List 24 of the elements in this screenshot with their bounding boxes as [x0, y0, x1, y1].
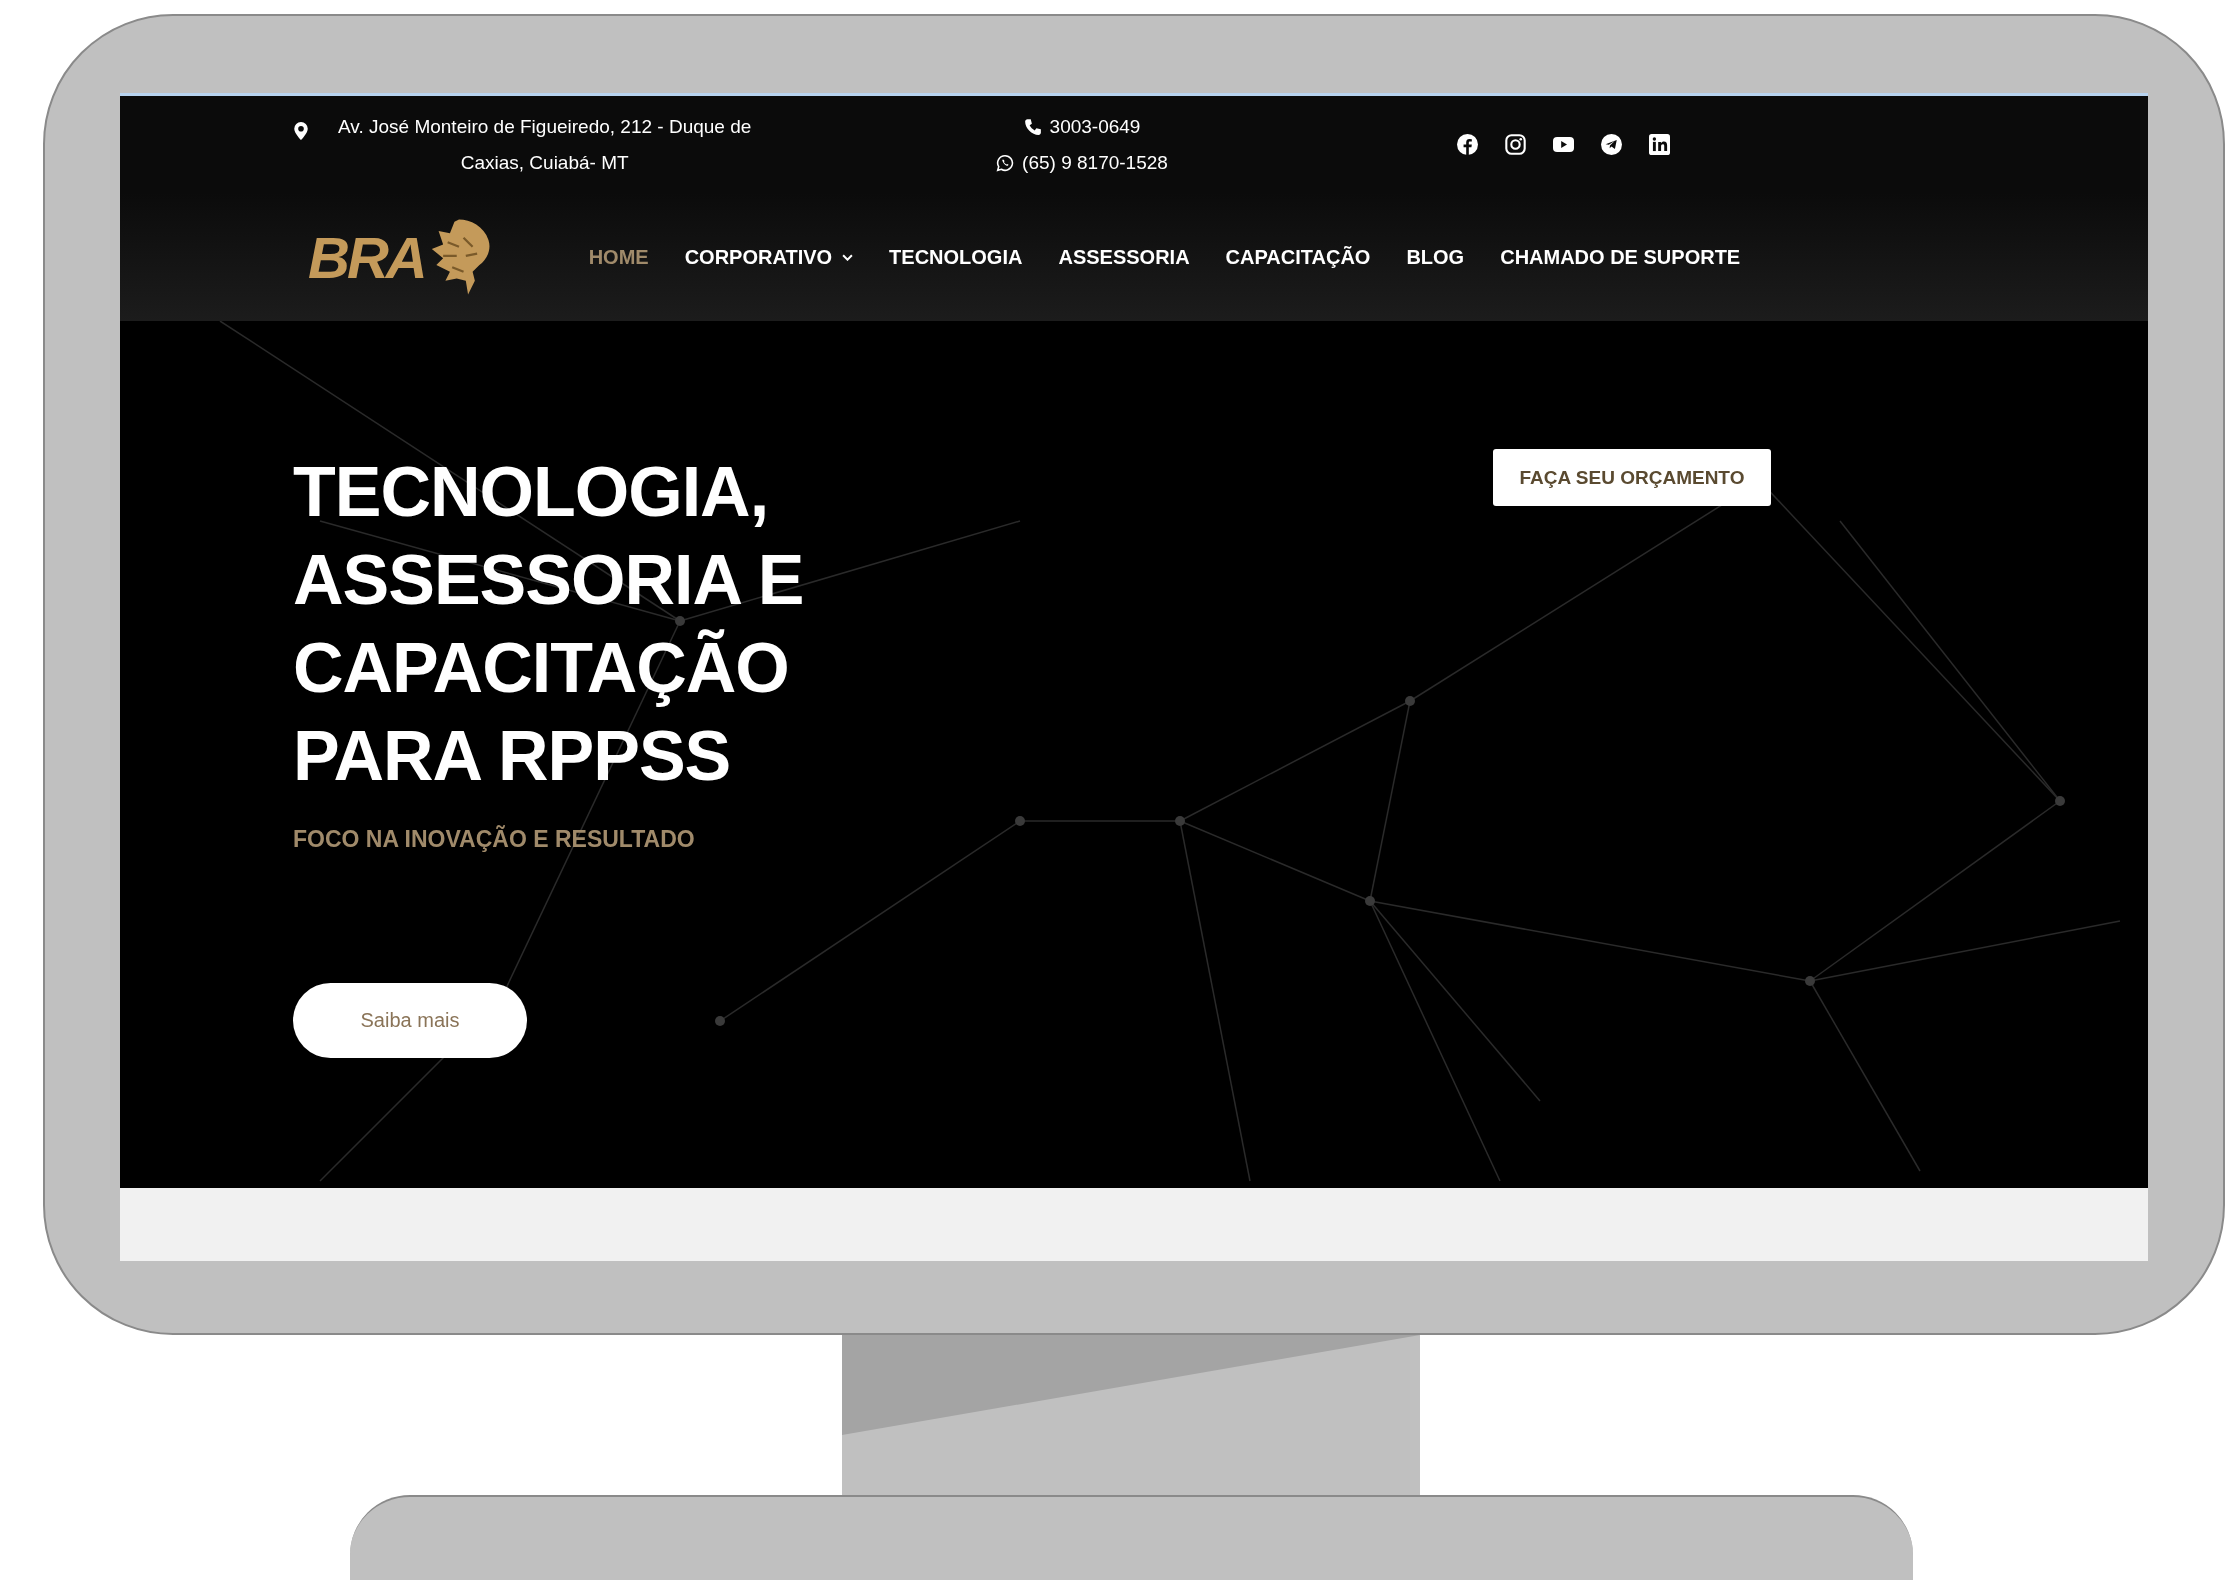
quote-button[interactable]: FAÇA SEU ORÇAMENTO: [1493, 449, 1771, 506]
location-pin-icon: [292, 121, 310, 140]
facebook-icon[interactable]: [1457, 134, 1478, 155]
learn-more-button[interactable]: Saiba mais: [293, 983, 527, 1058]
nav-link[interactable]: BLOG: [1406, 245, 1465, 269]
phone-number[interactable]: 3003-0649: [1049, 115, 1141, 138]
address-text: Caxias, Cuiabá- MT: [460, 151, 629, 174]
linkedin-icon[interactable]: [1649, 134, 1670, 155]
phone-number[interactable]: (65) 9 8170-1528: [1022, 151, 1168, 174]
hero-subtitle: FOCO NA INOVAÇÃO E RESULTADO: [293, 826, 695, 853]
nav-link[interactable]: ASSESSORIA: [1058, 245, 1190, 269]
logo-text[interactable]: BRA: [308, 223, 425, 291]
nav-link[interactable]: CAPACITAÇÃO: [1225, 245, 1371, 269]
instagram-icon[interactable]: [1505, 134, 1526, 155]
phone-icon: [1023, 117, 1042, 136]
chat-bubble-icon: [996, 153, 1015, 172]
nav-link[interactable]: CHAMADO DE SUPORTE: [1500, 245, 1741, 269]
hero-heading: TECNOLOGIA, ASSESSORIA E CAPACITAÇÃO PARA RPPSS: [293, 452, 804, 797]
nav-link[interactable]: CORPORATIVO: [684, 245, 854, 269]
nav-link[interactable]: HOME: [588, 245, 649, 269]
play-icon[interactable]: [1553, 134, 1574, 155]
address-text: Av. José Monteiro de Figueiredo, 212 - Duque de: [338, 115, 752, 138]
nav-link[interactable]: TECNOLOGIA: [889, 245, 1023, 269]
paper-plane-icon[interactable]: [1601, 134, 1622, 155]
